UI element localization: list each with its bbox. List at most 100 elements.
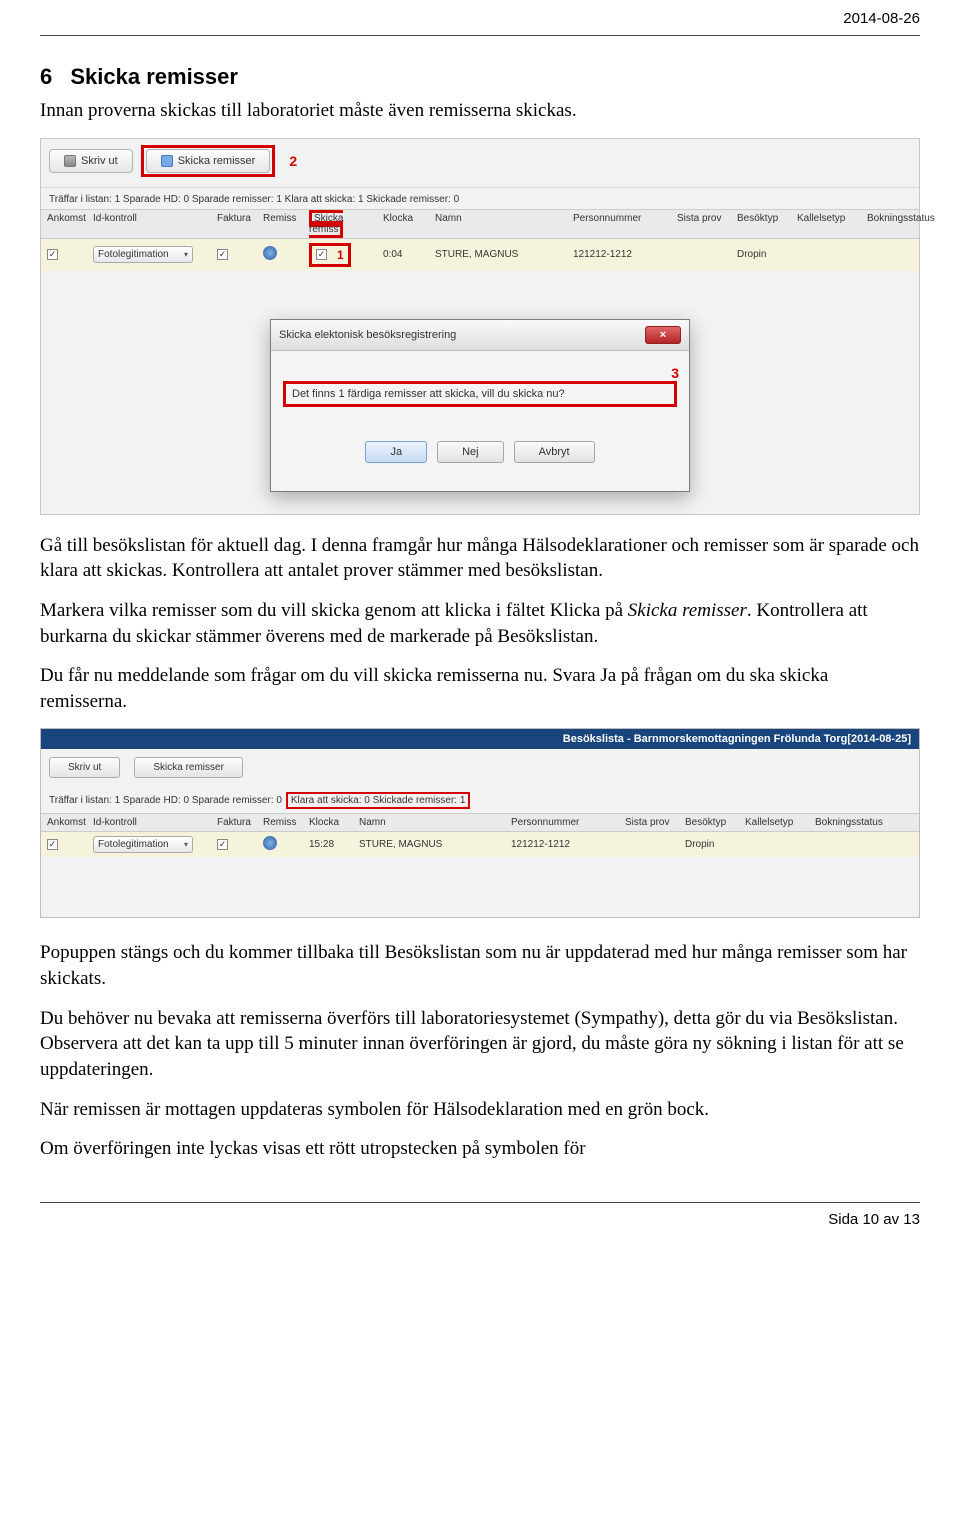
col2-id-kontroll: Id-kontroll (93, 817, 213, 828)
top-rule (40, 35, 920, 36)
cell2-ankomst[interactable] (47, 839, 89, 850)
screenshot-1: Skriv ut Skicka remisser 2 Träffar i lis… (40, 138, 920, 515)
p2b-pre: Markera vilka remisser som du vill skick… (40, 600, 628, 621)
dialog-buttons: Ja Nej Avbryt (283, 407, 677, 477)
id-kontroll-dropdown[interactable]: Fotolegitimation ▾ (93, 246, 193, 263)
cell-faktura[interactable] (217, 249, 259, 260)
cell-personnummer: 121212-1212 (573, 249, 673, 260)
dialog-message-highlight: Det finns 1 färdiga remisser att skicka,… (283, 381, 677, 407)
section-number: 6 (40, 64, 52, 89)
toolbar: Skriv ut Skicka remisser 2 (41, 139, 919, 188)
send-button-highlight: Skicka remisser (141, 145, 276, 177)
col2-sista-prov: Sista prov (625, 817, 681, 828)
column-headers: Ankomst Id-kontroll Faktura Remiss Skick… (41, 209, 919, 239)
p2b-italic: Skicka remisser (628, 600, 747, 621)
stats-line-2: Träffar i listan: 1 Sparade HD: 0 Sparad… (41, 788, 919, 813)
checkbox-icon (47, 249, 58, 260)
screenshot-2: Besökslista - Barnmorskemottagningen Frö… (40, 728, 920, 918)
paragraph-5: När remissen är mottagen uppdateras symb… (40, 1097, 920, 1123)
print-button[interactable]: Skriv ut (49, 149, 133, 173)
send-button-2[interactable]: Skicka remisser (134, 757, 243, 778)
col-skicka-highlight: Skicka remiss (309, 210, 343, 238)
cell2-id-kontroll[interactable]: Fotolegitimation ▾ (93, 836, 213, 853)
dialog-message: Det finns 1 färdiga remisser att skicka,… (292, 388, 565, 400)
cell-ankomst[interactable] (47, 249, 89, 260)
checkbox-icon (47, 839, 58, 850)
stats-line: Träffar i listan: 1 Sparade HD: 0 Sparad… (41, 188, 919, 209)
paragraph-intro: Innan proverna skickas till laboratoriet… (40, 98, 920, 124)
dropdown-value: Fotolegitimation (98, 249, 169, 260)
dialog-title: Skicka elektonisk besöksregistrering (279, 329, 456, 341)
checkbox-icon (217, 839, 228, 850)
dialog-close-button[interactable]: × (645, 326, 681, 344)
col2-klocka: Klocka (309, 817, 355, 828)
col-besoktyp: Besöktyp (737, 213, 793, 235)
col-remiss: Remiss (263, 213, 305, 235)
col-faktura: Faktura (217, 213, 259, 235)
window-titlebar: Besökslista - Barnmorskemottagningen Frö… (41, 729, 919, 749)
id-kontroll-dropdown-2[interactable]: Fotolegitimation ▾ (93, 836, 193, 853)
print-button-label: Skriv ut (81, 155, 118, 167)
dropdown-value-2: Fotolegitimation (98, 839, 169, 850)
col2-remiss: Remiss (263, 817, 305, 828)
print-button-2[interactable]: Skriv ut (49, 757, 120, 778)
col2-ankomst: Ankomst (47, 817, 89, 828)
col-kallelsetyp: Kallelsetyp (797, 213, 863, 235)
cell-namn: STURE, MAGNUS (435, 249, 569, 260)
toolbar2: Skriv ut Skicka remisser (41, 749, 919, 788)
col2-faktura: Faktura (217, 817, 259, 828)
cell2-namn: STURE, MAGNUS (359, 839, 507, 850)
send-button[interactable]: Skicka remisser (146, 149, 271, 173)
col-id-kontroll: Id-kontroll (93, 213, 213, 235)
remiss-status-icon (263, 836, 277, 850)
col-bokningsstatus: Bokningsstatus (867, 213, 935, 235)
dialog-body: 3 Det finns 1 färdiga remisser att skick… (271, 351, 689, 491)
col-ankomst: Ankomst (47, 213, 89, 235)
paragraph-2b: Markera vilka remisser som du vill skick… (40, 598, 920, 649)
paragraph-2c: Du får nu meddelande som frågar om du vi… (40, 663, 920, 714)
paragraph-4: Du behöver nu bevaka att remisserna över… (40, 1006, 920, 1083)
callout-1: 1 (337, 248, 344, 262)
cell2-klocka: 15:28 (309, 839, 355, 850)
table-row-2: Fotolegitimation ▾ 15:28 STURE, MAGNUS 1… (41, 832, 919, 857)
col2-namn: Namn (359, 817, 507, 828)
chevron-down-icon: ▾ (184, 840, 188, 849)
cell2-remiss[interactable] (263, 836, 305, 853)
col2-personnummer: Personnummer (511, 817, 621, 828)
cell-besoktyp: Dropin (737, 249, 793, 260)
confirmation-dialog: Skicka elektonisk besöksregistrering × 3… (270, 319, 690, 492)
cell2-personnummer: 121212-1212 (511, 839, 621, 850)
paragraph-3: Popuppen stängs och du kommer tillbaka t… (40, 940, 920, 991)
dialog-yes-button[interactable]: Ja (365, 441, 427, 463)
cell-remiss[interactable] (263, 246, 305, 263)
cell-skicka-remiss[interactable]: 1 (309, 243, 379, 267)
col-klocka: Klocka (383, 213, 431, 235)
callout-2: 2 (289, 153, 297, 169)
col-namn: Namn (435, 213, 569, 235)
table-row: Fotolegitimation ▾ 1 0:04 STURE, MAGNUS … (41, 239, 919, 271)
skicka-cell-highlight: 1 (309, 243, 351, 267)
header-date: 2014-08-26 (40, 0, 920, 35)
dialog-cancel-button[interactable]: Avbryt (514, 441, 595, 463)
cell2-faktura[interactable] (217, 839, 259, 850)
paragraph-6: Om överföringen inte lyckas visas ett rö… (40, 1136, 920, 1162)
close-icon: × (660, 329, 666, 341)
print-icon (64, 155, 76, 167)
dialog-no-button[interactable]: Nej (437, 441, 504, 463)
col2-bokningsstatus: Bokningsstatus (815, 817, 913, 828)
stats2-highlight: Klara att skicka: 0 Skickade remisser: 1 (286, 792, 471, 809)
cell-id-kontroll[interactable]: Fotolegitimation ▾ (93, 246, 213, 263)
col-skicka-remiss: Skicka remiss (309, 213, 379, 235)
section-title: Skicka remisser (70, 64, 238, 89)
cell-klocka: 0:04 (383, 249, 431, 260)
section-heading: 6 Skicka remisser (40, 64, 920, 90)
stats2-pre: Träffar i listan: 1 Sparade HD: 0 Sparad… (49, 795, 282, 806)
cell2-besoktyp: Dropin (685, 839, 741, 850)
send-button-label: Skicka remisser (178, 155, 256, 167)
col2-kallelsetyp: Kallelsetyp (745, 817, 811, 828)
remiss-status-icon (263, 246, 277, 260)
checkbox-icon (217, 249, 228, 260)
page-footer: Sida 10 av 13 (40, 1203, 920, 1236)
send-icon (161, 155, 173, 167)
checkbox-icon (316, 249, 327, 260)
